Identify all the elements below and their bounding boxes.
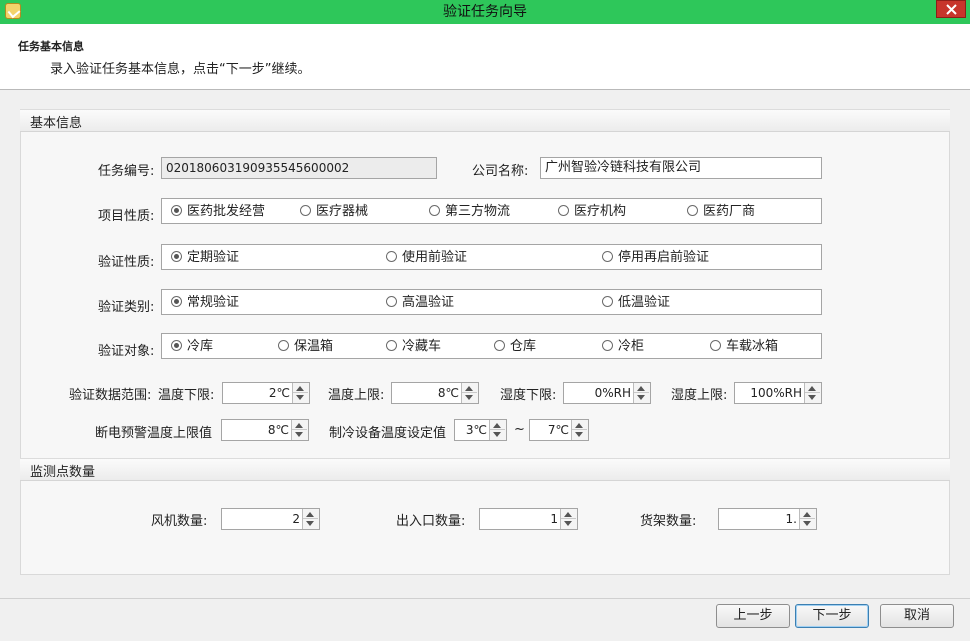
arrow-up-icon (465, 386, 473, 391)
radio-dot-icon (386, 296, 397, 307)
arrow-down-icon (465, 395, 473, 400)
arrow-up-icon (493, 423, 501, 428)
spin-buttons[interactable] (804, 383, 821, 403)
door-count-label: 出入口数量: (396, 514, 466, 529)
close-button[interactable] (936, 0, 966, 18)
spin-buttons[interactable] (571, 420, 588, 440)
arrow-down-icon (295, 432, 303, 437)
arrow-down-icon (637, 395, 645, 400)
range-separator: ~ (514, 422, 525, 437)
hum-low-stepper[interactable]: 0%RH (563, 382, 651, 404)
arrow-down-icon (296, 395, 304, 400)
section-monitor-points: 监测点数量 (20, 458, 950, 481)
radio-dot-icon (171, 340, 182, 351)
shelf-count-stepper[interactable]: 1. (718, 508, 817, 530)
spin-buttons[interactable] (560, 509, 577, 529)
door-count-stepper[interactable]: 1 (479, 508, 578, 530)
section-title: 基本信息 (30, 116, 83, 131)
step-description: 录入验证任务基本信息，点击“下一步”继续。 (50, 62, 311, 77)
radio-dot-icon (687, 205, 698, 216)
window-title: 验证任务向导 (443, 4, 527, 20)
spin-buttons[interactable] (291, 420, 308, 440)
arrow-down-icon (575, 432, 583, 437)
radio-dot-icon (278, 340, 289, 351)
verify-type-group: 常规验证 高温验证 低温验证 (161, 289, 822, 315)
radio-dot-icon (710, 340, 721, 351)
radio-dot-icon (386, 251, 397, 262)
project-nature-label: 项目性质: (98, 209, 155, 224)
company-label: 公司名称: (472, 164, 529, 179)
temp-low-label: 温度下限: (158, 388, 215, 403)
cancel-button[interactable]: 取消 (880, 604, 954, 628)
arrow-up-icon (564, 512, 572, 517)
verify-nature-label: 验证性质: (98, 255, 155, 270)
arrow-up-icon (575, 423, 583, 428)
arrow-up-icon (306, 512, 314, 517)
step-title: 任务基本信息 (18, 40, 84, 53)
radio-dot-icon (558, 205, 569, 216)
radio-dot-icon (494, 340, 505, 351)
verify-object-label: 验证对象: (98, 344, 155, 359)
arrow-down-icon (803, 521, 811, 526)
fan-count-stepper[interactable]: 2 (221, 508, 320, 530)
arrow-down-icon (493, 432, 501, 437)
arrow-down-icon (808, 395, 816, 400)
temp-high-stepper[interactable]: 8℃ (391, 382, 479, 404)
spin-buttons[interactable] (461, 383, 478, 403)
close-icon (946, 4, 957, 15)
radio-dot-icon (602, 340, 613, 351)
fridge-set-label: 制冷设备温度设定值 (329, 426, 447, 441)
company-field[interactable]: 广州智验冷链科技有限公司 (540, 157, 822, 179)
power-alarm-stepper[interactable]: 8℃ (221, 419, 309, 441)
verify-object-group: 冷库 保温箱 冷藏车 仓库 冷柜 车载冰箱 (161, 333, 822, 359)
spin-buttons[interactable] (302, 509, 319, 529)
task-no-label: 任务编号: (98, 164, 155, 179)
task-no-field[interactable]: 020180603190935545600002 (161, 157, 437, 179)
hum-high-stepper[interactable]: 100%RH (734, 382, 822, 404)
radio-dot-icon (386, 340, 397, 351)
radio-dot-icon (300, 205, 311, 216)
fridge-set-max-stepper[interactable]: 7℃ (529, 419, 589, 441)
radio-dot-icon (602, 296, 613, 307)
radio-dot-icon (429, 205, 440, 216)
shelf-count-label: 货架数量: (640, 514, 697, 529)
wizard-header: 任务基本信息 录入验证任务基本信息，点击“下一步”继续。 (0, 24, 970, 90)
radio-dot-icon (171, 296, 182, 307)
radio-dot-icon (602, 251, 613, 262)
temp-high-label: 温度上限: (328, 388, 385, 403)
radio-dot-icon (171, 251, 182, 262)
verify-type-label: 验证类别: (98, 300, 155, 315)
prev-button[interactable]: 上一步 (716, 604, 790, 628)
spin-buttons[interactable] (292, 383, 309, 403)
spin-buttons[interactable] (799, 509, 816, 529)
hum-low-label: 湿度下限: (500, 388, 557, 403)
next-button[interactable]: 下一步 (795, 604, 869, 628)
arrow-up-icon (296, 386, 304, 391)
spin-buttons[interactable] (633, 383, 650, 403)
fridge-set-min-stepper[interactable]: 3℃ (454, 419, 507, 441)
arrow-up-icon (808, 386, 816, 391)
spin-buttons[interactable] (489, 420, 506, 440)
radio-dot-icon (171, 205, 182, 216)
arrow-down-icon (306, 521, 314, 526)
fan-count-label: 风机数量: (151, 514, 208, 529)
power-alarm-label: 断电预警温度上限值 (95, 426, 213, 441)
verify-nature-group: 定期验证 使用前验证 停用再启前验证 (161, 244, 822, 270)
hum-high-label: 湿度上限: (671, 388, 728, 403)
arrow-up-icon (295, 423, 303, 428)
arrow-up-icon (637, 386, 645, 391)
section-title: 监测点数量 (30, 465, 96, 480)
project-nature-group: 医药批发经营 医疗器械 第三方物流 医疗机构 医药厂商 (161, 198, 822, 224)
data-range-label: 验证数据范围: (69, 388, 152, 403)
section-basic-info: 基本信息 (20, 109, 950, 132)
temp-low-stepper[interactable]: 2℃ (222, 382, 310, 404)
arrow-up-icon (803, 512, 811, 517)
arrow-down-icon (564, 521, 572, 526)
